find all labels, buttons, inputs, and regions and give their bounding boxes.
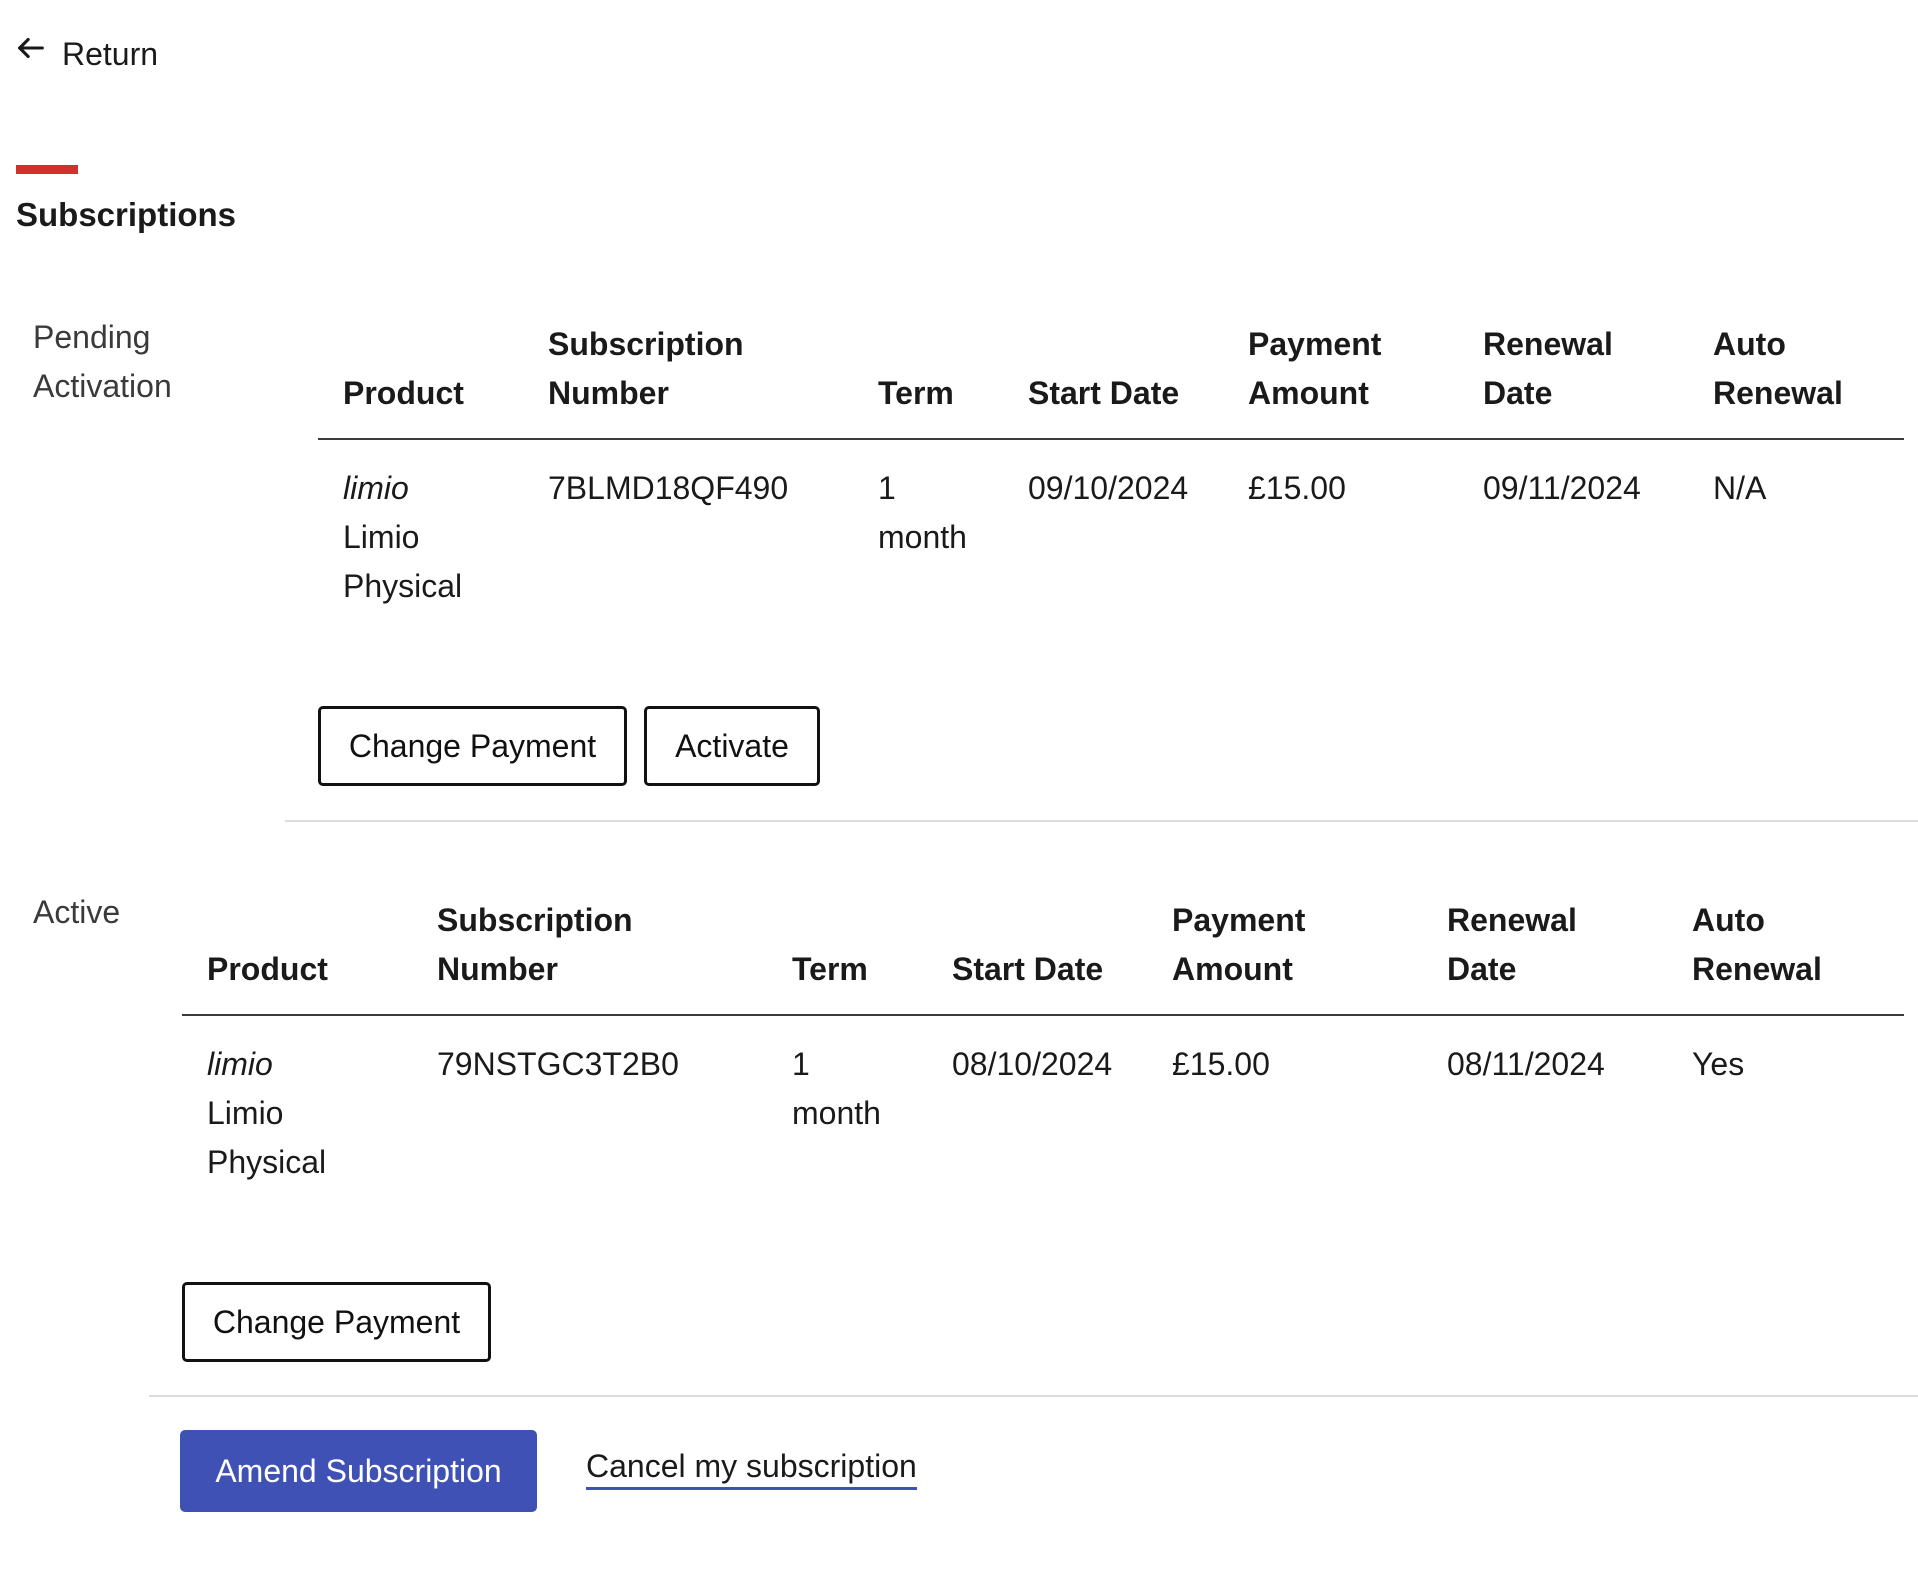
table-header-row: Product Subscription Number Term Start Da…	[318, 320, 1904, 440]
cell-payment-amount: £15.00	[1172, 1046, 1270, 1082]
header-payment-amount: Payment Amount	[1223, 320, 1458, 440]
cell-term: 1 month	[878, 470, 967, 555]
pending-section-divider	[285, 820, 1918, 822]
cell-subscription-number: 7BLMD18QF490	[548, 470, 789, 506]
active-change-payment-button[interactable]: Change Payment	[182, 1282, 491, 1362]
cell-product: limio Limio Physical	[182, 1015, 412, 1187]
cell-subscription-number: 79NSTGC3T2B0	[437, 1046, 679, 1082]
pending-section-label: Pending Activation	[33, 319, 172, 404]
header-subscription-number: Subscription Number	[412, 896, 767, 1016]
return-link[interactable]: Return	[14, 36, 158, 73]
table-row: limio Limio Physical 7BLMD18QF490 1 month…	[318, 439, 1904, 611]
header-auto-renewal: Auto Renewal	[1667, 896, 1904, 1016]
header-product: Product	[182, 896, 412, 1016]
header-start-date: Start Date	[927, 896, 1147, 1016]
cell-start-date: 08/10/2024	[952, 1046, 1113, 1082]
return-label: Return	[62, 36, 159, 72]
cell-auto-renewal: Yes	[1692, 1046, 1745, 1082]
header-product: Product	[318, 320, 523, 440]
header-term: Term	[853, 320, 1003, 440]
cell-renewal-date: 08/11/2024	[1447, 1046, 1605, 1082]
header-renewal-date: Renewal Date	[1422, 896, 1667, 1016]
active-section-divider	[149, 1395, 1918, 1397]
cell-term: 1 month	[792, 1046, 881, 1131]
header-subscription-number: Subscription Number	[523, 320, 853, 440]
table-row: limio Limio Physical 79NSTGC3T2B0 1 month…	[182, 1015, 1904, 1187]
header-term: Term	[767, 896, 927, 1016]
page-title: Subscriptions	[16, 196, 237, 233]
header-payment-amount: Payment Amount	[1147, 896, 1422, 1016]
header-start-date: Start Date	[1003, 320, 1223, 440]
amend-subscription-button[interactable]: Amend Subscription	[180, 1430, 537, 1512]
product-brand: limio	[207, 1046, 273, 1082]
product-brand: limio	[343, 470, 409, 506]
title-accent-bar	[16, 165, 78, 174]
cancel-subscription-link[interactable]: Cancel my subscription	[586, 1448, 917, 1490]
table-header-row: Product Subscription Number Term Start Da…	[182, 896, 1904, 1016]
cell-auto-renewal: N/A	[1713, 470, 1767, 506]
subscriptions-page: Return Subscriptions Pending Activation …	[0, 0, 1918, 1592]
arrow-left-icon	[14, 36, 48, 73]
activate-button[interactable]: Activate	[644, 706, 820, 786]
header-auto-renewal: Auto Renewal	[1688, 320, 1904, 440]
pending-subscriptions-table: Product Subscription Number Term Start Da…	[318, 320, 1904, 611]
cell-start-date: 09/10/2024	[1028, 470, 1189, 506]
cell-payment-amount: £15.00	[1248, 470, 1346, 506]
pending-change-payment-button[interactable]: Change Payment	[318, 706, 627, 786]
active-subscriptions-table: Product Subscription Number Term Start Da…	[182, 896, 1904, 1187]
cell-product: limio Limio Physical	[318, 439, 523, 611]
header-renewal-date: Renewal Date	[1458, 320, 1688, 440]
cell-renewal-date: 09/11/2024	[1483, 470, 1641, 506]
